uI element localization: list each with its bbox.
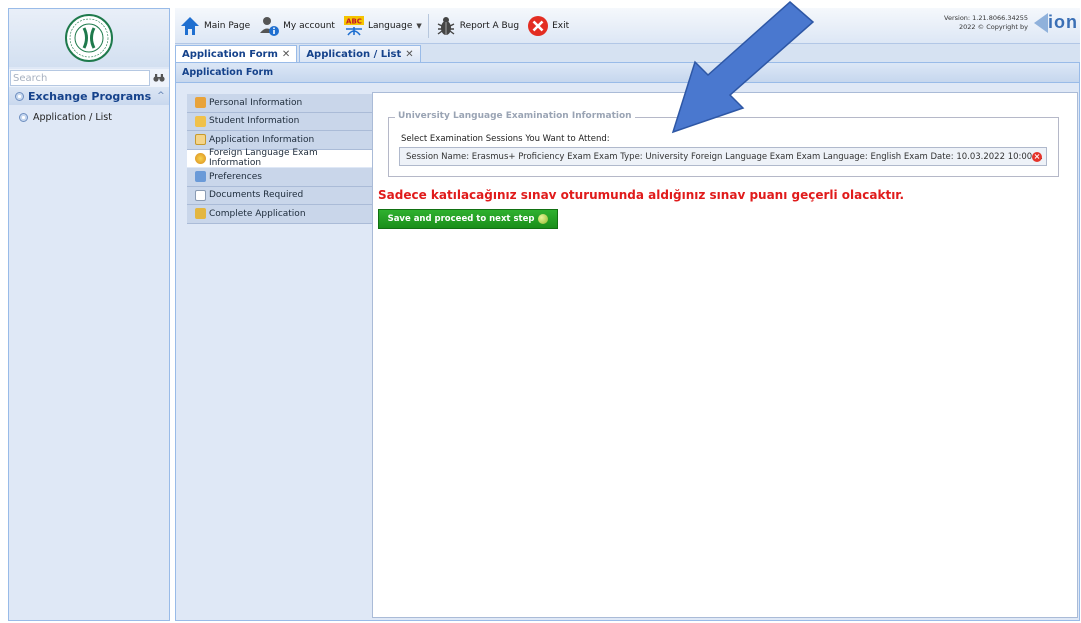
next-step-icon bbox=[538, 214, 549, 224]
university-logo bbox=[65, 14, 113, 62]
complete-icon bbox=[195, 208, 206, 220]
search-input[interactable] bbox=[10, 70, 150, 86]
step-preferences[interactable]: Preferences bbox=[187, 168, 372, 187]
step-complete-application[interactable]: Complete Application bbox=[187, 205, 372, 224]
remove-icon[interactable]: × bbox=[1032, 152, 1042, 162]
bug-icon bbox=[437, 16, 455, 35]
step-label: Personal Information bbox=[209, 97, 303, 108]
module-title: Exchange Programs bbox=[28, 89, 152, 103]
tab-label: Application Form bbox=[182, 48, 278, 60]
save-button-label: Save and proceed to next step bbox=[387, 214, 535, 224]
sidebar-item-application-list[interactable]: Application / List bbox=[9, 109, 169, 125]
person-edit-icon bbox=[195, 97, 206, 109]
preferences-icon bbox=[195, 171, 206, 183]
select-sessions-label: Select Examination Sessions You Want to … bbox=[401, 134, 610, 144]
chevron-down-icon[interactable]: ▼ bbox=[416, 22, 421, 30]
step-content: University Language Examination Informat… bbox=[372, 92, 1078, 618]
sidebar: Exchange Programs ^ Application / List bbox=[8, 8, 170, 621]
exit-label: Exit bbox=[552, 20, 570, 31]
my-account-button[interactable]: My account bbox=[254, 12, 339, 40]
step-application-information[interactable]: Application Information bbox=[187, 131, 372, 150]
step-student-information[interactable]: Student Information bbox=[187, 112, 372, 131]
close-icon[interactable]: ✕ bbox=[282, 49, 290, 60]
step-documents-required[interactable]: Documents Required bbox=[187, 186, 372, 205]
version-info: Version: 1.21.8066.34255 2022 © Copyrigh… bbox=[944, 14, 1028, 32]
version-number: Version: 1.21.8066.34255 bbox=[944, 14, 1028, 22]
wizard-steps: Personal Information Student Information… bbox=[187, 94, 372, 224]
tab-bar: Application Form ✕ Application / List ✕ bbox=[175, 44, 1080, 62]
step-label: Foreign Language Exam Information bbox=[208, 148, 318, 169]
language-abc-icon: ABC bbox=[343, 15, 364, 36]
chevron-up-icon[interactable]: ^ bbox=[157, 91, 165, 101]
exam-session-selection[interactable]: Session Name: Erasmus+ Proficiency Exam … bbox=[399, 147, 1047, 166]
panel-title: Application Form bbox=[176, 63, 1079, 83]
sidebar-item-label: Application / List bbox=[33, 111, 112, 123]
logo-area bbox=[9, 9, 169, 67]
binoculars-icon[interactable] bbox=[150, 70, 168, 86]
home-icon bbox=[181, 16, 199, 35]
brand-logo: ion bbox=[1034, 12, 1078, 33]
tab-application-form[interactable]: Application Form ✕ bbox=[175, 45, 298, 62]
document-icon bbox=[195, 134, 206, 146]
language-icon bbox=[195, 152, 206, 164]
step-personal-information[interactable]: Personal Information bbox=[187, 94, 372, 113]
step-label: Preferences bbox=[209, 171, 262, 182]
brand-mark-icon bbox=[1034, 12, 1048, 33]
top-toolbar: Main Page My account ABC Language ▼ Repo… bbox=[175, 8, 1080, 44]
session-text: Session Name: Erasmus+ Proficiency Exam … bbox=[406, 151, 1044, 162]
exit-icon bbox=[528, 15, 549, 36]
brand-text: ion bbox=[1048, 12, 1078, 32]
warning-message: Sadece katılacağınız sınav oturumunda al… bbox=[378, 188, 905, 202]
step-foreign-language-exam[interactable]: Foreign Language Exam Information bbox=[187, 148, 372, 169]
search-row bbox=[9, 69, 169, 87]
svg-text:ABC: ABC bbox=[346, 17, 362, 25]
step-label: Documents Required bbox=[209, 190, 304, 201]
main-page-label: Main Page bbox=[204, 20, 251, 31]
my-account-label: My account bbox=[283, 20, 335, 31]
module-header[interactable]: Exchange Programs ^ bbox=[9, 87, 169, 105]
tab-label: Application / List bbox=[306, 48, 402, 60]
main-panel: Application Form Personal Information St… bbox=[175, 62, 1080, 621]
main-page-button[interactable]: Main Page bbox=[175, 12, 254, 40]
circle-icon bbox=[15, 91, 24, 101]
step-label: Student Information bbox=[209, 116, 300, 127]
report-bug-button[interactable]: Report A Bug bbox=[431, 12, 523, 40]
exit-button[interactable]: Exit bbox=[523, 12, 573, 40]
tab-application-list[interactable]: Application / List ✕ bbox=[299, 45, 421, 62]
save-and-proceed-button[interactable]: Save and proceed to next step bbox=[378, 209, 558, 229]
report-bug-label: Report A Bug bbox=[459, 20, 520, 31]
toolbar-divider bbox=[427, 13, 429, 38]
step-label: Application Information bbox=[209, 134, 315, 145]
close-icon[interactable]: ✕ bbox=[405, 49, 413, 60]
language-button[interactable]: ABC Language ▼ bbox=[339, 12, 426, 40]
user-info-icon bbox=[260, 16, 280, 36]
add-document-icon bbox=[195, 189, 206, 201]
copyright: 2022 © Copyright by bbox=[959, 23, 1028, 31]
language-label: Language bbox=[367, 20, 413, 31]
student-edit-icon bbox=[195, 115, 206, 127]
fieldset-legend: University Language Examination Informat… bbox=[395, 111, 635, 121]
circle-icon bbox=[19, 112, 28, 122]
step-label: Complete Application bbox=[209, 208, 306, 219]
exam-fieldset: University Language Examination Informat… bbox=[388, 111, 1059, 177]
